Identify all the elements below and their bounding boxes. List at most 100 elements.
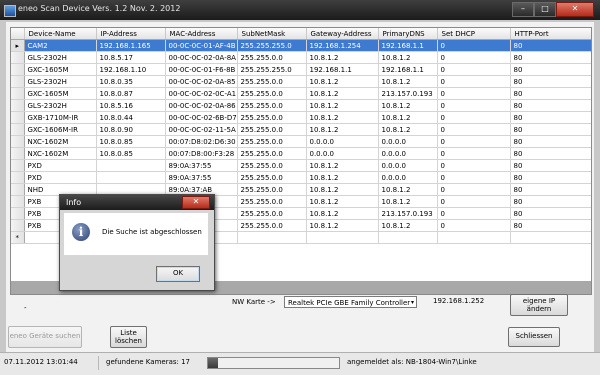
table-cell[interactable]: 0: [437, 219, 511, 232]
table-cell[interactable]: 255.255.0.0: [237, 99, 307, 112]
table-cell[interactable]: 80: [510, 63, 591, 76]
table-cell[interactable]: 00-0C-0C-02-0C-A1: [165, 87, 238, 100]
row-header[interactable]: [11, 123, 25, 136]
table-cell[interactable]: [96, 159, 166, 172]
table-row[interactable]: GLS-2302H 10.8.0.35 00-0C-0C-02-0A-85 255.2…: [11, 75, 591, 88]
row-header[interactable]: ▸: [11, 39, 25, 52]
row-header[interactable]: [11, 63, 25, 76]
table-cell[interactable]: 80: [510, 39, 591, 52]
table-cell[interactable]: 255.255.0.0: [237, 135, 307, 148]
search-devices-button[interactable]: eneo Geräte suchen: [8, 326, 82, 348]
table-cell[interactable]: 192.168.1.1: [378, 39, 438, 52]
column-header[interactable]: Gateway-Address: [306, 28, 379, 40]
table-cell[interactable]: 0.0.0.0: [378, 159, 438, 172]
table-cell[interactable]: PXD: [24, 159, 97, 172]
title-bar[interactable]: eneo Scan Device Vers. 1.2 Nov. 2. 2012 …: [0, 0, 600, 20]
dialog-close-icon[interactable]: ✕: [182, 196, 210, 209]
table-cell[interactable]: 89:0A:37:55: [165, 159, 238, 172]
table-cell[interactable]: 0.0.0.0: [378, 135, 438, 148]
table-cell[interactable]: 0: [437, 147, 511, 160]
table-cell[interactable]: 10.8.1.2: [306, 207, 379, 220]
table-cell[interactable]: 0: [437, 99, 511, 112]
table-cell[interactable]: 10.8.1.2: [306, 219, 379, 232]
table-cell[interactable]: [510, 231, 591, 244]
table-cell[interactable]: 10.8.1.2: [306, 75, 379, 88]
table-cell[interactable]: 213.157.0.193: [378, 87, 438, 100]
table-cell[interactable]: 0: [437, 159, 511, 172]
dialog-title-bar[interactable]: Info ✕: [60, 195, 214, 210]
table-cell[interactable]: 255.255.255.0: [237, 39, 307, 52]
table-row[interactable]: NXC-1602M 10.8.0.85 00:07:D8:00:F3:28 255.2…: [11, 147, 591, 160]
table-cell[interactable]: 10.8.1.2: [378, 183, 438, 196]
table-cell[interactable]: 10.8.1.2: [306, 99, 379, 112]
table-cell[interactable]: 0.0.0.0: [306, 135, 379, 148]
table-cell[interactable]: GXB-1710M-IR: [24, 111, 97, 124]
table-row[interactable]: GLS-2302H 10.8.5.16 00-0C-0C-02-0A-86 255.2…: [11, 99, 591, 112]
table-cell[interactable]: 255.255.0.0: [237, 195, 307, 208]
row-header[interactable]: [11, 207, 25, 220]
table-row[interactable]: ▸ CAM2 192.168.1.165 00-0C-0C-01-AF-4B 255.2…: [11, 39, 591, 52]
row-header[interactable]: [11, 51, 25, 64]
row-header[interactable]: [11, 171, 25, 184]
table-cell[interactable]: 0: [437, 123, 511, 136]
table-cell[interactable]: 00-0C-0C-02-11-5A: [165, 123, 238, 136]
table-cell[interactable]: 10.8.0.44: [96, 111, 166, 124]
table-cell[interactable]: 10.8.0.85: [96, 135, 166, 148]
table-cell[interactable]: [437, 231, 511, 244]
table-cell[interactable]: 00-0C-0C-02-0A-85: [165, 75, 238, 88]
table-cell[interactable]: 10.8.5.16: [96, 99, 166, 112]
row-header[interactable]: [11, 147, 25, 160]
table-cell[interactable]: 255.255.0.0: [237, 207, 307, 220]
table-cell[interactable]: CAM2: [24, 39, 97, 52]
table-cell[interactable]: 00-0C-0C-02-0A-86: [165, 99, 238, 112]
table-cell[interactable]: 255.255.0.0: [237, 75, 307, 88]
table-cell[interactable]: 10.8.1.2: [306, 111, 379, 124]
table-cell[interactable]: 192.168.1.1: [378, 63, 438, 76]
table-cell[interactable]: 255.255.0.0: [237, 147, 307, 160]
table-cell[interactable]: [96, 171, 166, 184]
table-cell[interactable]: GXC-1606M-IR: [24, 123, 97, 136]
row-header[interactable]: [11, 159, 25, 172]
table-cell[interactable]: 00-0C-0C-01-AF-4B: [165, 39, 238, 52]
table-cell[interactable]: 0.0.0.0: [306, 147, 379, 160]
table-cell[interactable]: 255.255.0.0: [237, 171, 307, 184]
column-header[interactable]: Set DHCP: [437, 28, 511, 40]
table-cell[interactable]: 255.255.0.0: [237, 183, 307, 196]
table-cell[interactable]: PXD: [24, 171, 97, 184]
clear-list-button[interactable]: Liste löschen: [110, 326, 147, 348]
column-header[interactable]: HTTP-Port: [510, 28, 591, 40]
table-cell[interactable]: 255.255.0.0: [237, 219, 307, 232]
table-cell[interactable]: 10.8.1.2: [306, 171, 379, 184]
table-cell[interactable]: 80: [510, 99, 591, 112]
maximize-icon[interactable]: □: [534, 2, 556, 17]
table-cell[interactable]: 192.168.1.254: [306, 39, 379, 52]
table-cell[interactable]: 192.168.1.10: [96, 63, 166, 76]
table-cell[interactable]: 80: [510, 147, 591, 160]
table-cell[interactable]: GXC-1605M: [24, 63, 97, 76]
table-cell[interactable]: 80: [510, 171, 591, 184]
table-cell[interactable]: 255.255.0.0: [237, 111, 307, 124]
table-cell[interactable]: 80: [510, 159, 591, 172]
table-cell[interactable]: 00:07:D8:00:F3:28: [165, 147, 238, 160]
row-header[interactable]: [11, 195, 25, 208]
table-cell[interactable]: 10.8.1.2: [306, 195, 379, 208]
table-cell[interactable]: 80: [510, 135, 591, 148]
row-header[interactable]: [11, 111, 25, 124]
table-cell[interactable]: 10.8.1.2: [378, 111, 438, 124]
table-cell[interactable]: 00:07:D8:02:D6:30: [165, 135, 238, 148]
table-cell[interactable]: [237, 231, 307, 244]
table-cell[interactable]: 00-0C-0C-02-0A-8A: [165, 51, 238, 64]
table-cell[interactable]: 80: [510, 219, 591, 232]
table-row[interactable]: GXC-1605M 192.168.1.10 00-0C-0C-01-F6-8B 25…: [11, 63, 591, 76]
table-cell[interactable]: 89:0A:37:55: [165, 171, 238, 184]
table-cell[interactable]: 0: [437, 195, 511, 208]
table-cell[interactable]: 80: [510, 87, 591, 100]
table-cell[interactable]: 10.8.1.2: [378, 219, 438, 232]
table-cell[interactable]: 255.255.0.0: [237, 159, 307, 172]
close-icon[interactable]: ✕: [556, 2, 594, 17]
table-cell[interactable]: 192.168.1.165: [96, 39, 166, 52]
table-cell[interactable]: 80: [510, 51, 591, 64]
table-cell[interactable]: 10.8.5.17: [96, 51, 166, 64]
row-header[interactable]: [11, 75, 25, 88]
row-header[interactable]: [11, 183, 25, 196]
